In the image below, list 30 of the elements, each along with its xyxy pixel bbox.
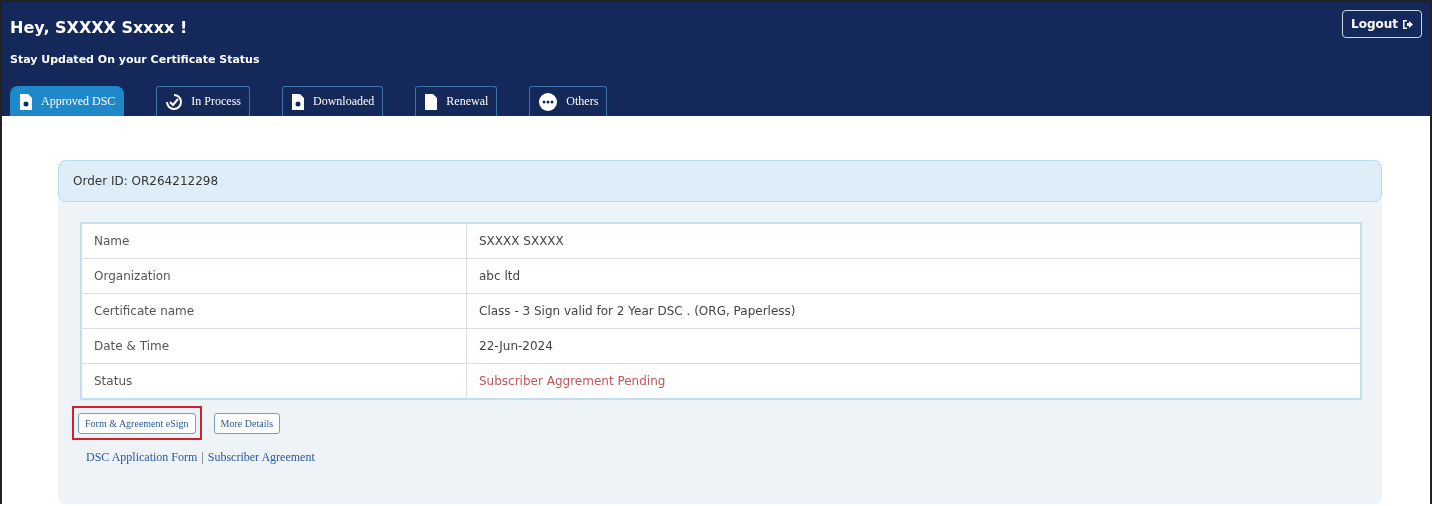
progress-icon: [165, 92, 184, 111]
table-cell-text: Status: [93, 373, 134, 390]
table-cell-text: Certificate name: [93, 303, 196, 320]
table-cell-text: Date & Time: [93, 338, 171, 355]
document-icon: [19, 92, 33, 111]
table-cell: Class - 3 Sign valid for 2 Year DSC . (ORG, Paperless): [466, 294, 1360, 328]
table-cell: Subscriber Aggrement Pending: [466, 364, 1360, 398]
action-button[interactable]: Form & Agreement eSign: [78, 413, 196, 434]
subtitle: Stay Updated On your Certificate Status: [10, 53, 260, 66]
document-link[interactable]: Subscriber Agreement: [207, 450, 315, 465]
table-cell: abc ltd: [466, 259, 1360, 293]
document-link[interactable]: DSC Application Form: [86, 450, 198, 465]
tab[interactable]: Renewal: [415, 86, 498, 116]
tab[interactable]: In Process: [156, 86, 250, 116]
logout-icon: [1402, 18, 1413, 30]
action-button[interactable]: More Details: [213, 413, 281, 434]
document-icon: [291, 92, 305, 111]
table-cell-text: Organization: [93, 268, 172, 285]
greeting-title: Hey, SXXXX Sxxxx !: [10, 18, 188, 37]
logout-button[interactable]: Logout: [1342, 10, 1422, 38]
tab[interactable]: Others: [529, 86, 608, 116]
table-cell: 22-Jun-2024: [466, 329, 1360, 363]
more-icon: [538, 91, 559, 112]
order-id-header: Order ID: OR264212298: [58, 160, 1382, 202]
table-cell: SXXXX SXXXX: [466, 224, 1360, 258]
tab[interactable]: Approved DSC: [10, 86, 125, 116]
table-cell-text: Name: [93, 233, 131, 250]
separator: |: [201, 450, 204, 465]
tab[interactable]: Downloaded: [282, 86, 384, 116]
page-icon: [424, 92, 439, 111]
